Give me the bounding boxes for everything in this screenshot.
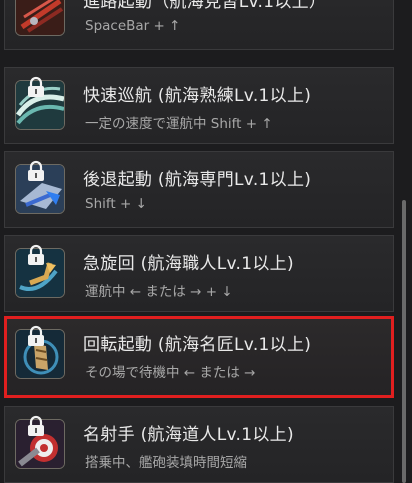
lock-icon [28,244,44,265]
skill-title: 後退起動 (航海専門Lv.1以上) [83,170,312,190]
skill-keys: その場で待機中 ← または → [85,365,256,381]
lock-icon [28,415,44,436]
skill-item-marksman[interactable]: 名射手 (航海道人Lv.1以上) 搭乗中、艦砲装填時間短縮 [4,406,394,483]
skill-keys: Shift + ↓ [85,196,147,212]
skill-list: 進路起動（航海見習Lv.1以上） SpaceBar + ↑ 快速巡航 (航海熟練… [4,0,394,483]
lock-icon [28,160,44,181]
skill-title: 快速巡航 (航海熟練Lv.1以上) [83,86,312,106]
skill-keys: SpaceBar + ↑ [85,18,181,34]
skill-item-rotate-start[interactable]: 回転起動 (航海名匠Lv.1以上) その場で待機中 ← または → [4,316,394,398]
lock-icon [28,325,44,346]
skill-keys: 運航中 ← または → + ↓ [85,284,233,300]
skill-title: 回転起動 (航海名匠Lv.1以上) [83,335,312,355]
skill-item-fast-cruise[interactable]: 快速巡航 (航海熟練Lv.1以上) 一定の速度で運航中 Shift + ↑ [4,67,394,144]
skill-title: 進路起動（航海見習Lv.1以上） [83,0,327,12]
skill-item-sharp-turn[interactable]: 急旋回 (航海職人Lv.1以上) 運航中 ← または → + ↓ [4,235,394,312]
skill-title: 名射手 (航海道人Lv.1以上) [83,425,294,445]
skill-keys: 搭乗中、艦砲装填時間短縮 [85,455,247,471]
skill-title: 急旋回 (航海職人Lv.1以上) [83,254,294,274]
skill-item-reverse-start[interactable]: 後退起動 (航海専門Lv.1以上) Shift + ↓ [4,151,394,228]
scrollbar-thumb[interactable] [402,200,406,483]
skill-item-sail-start[interactable]: 進路起動（航海見習Lv.1以上） SpaceBar + ↑ [4,0,394,50]
lock-icon [28,76,44,97]
sail-anchor-icon [15,0,65,36]
skill-keys: 一定の速度で運航中 Shift + ↑ [85,116,273,132]
